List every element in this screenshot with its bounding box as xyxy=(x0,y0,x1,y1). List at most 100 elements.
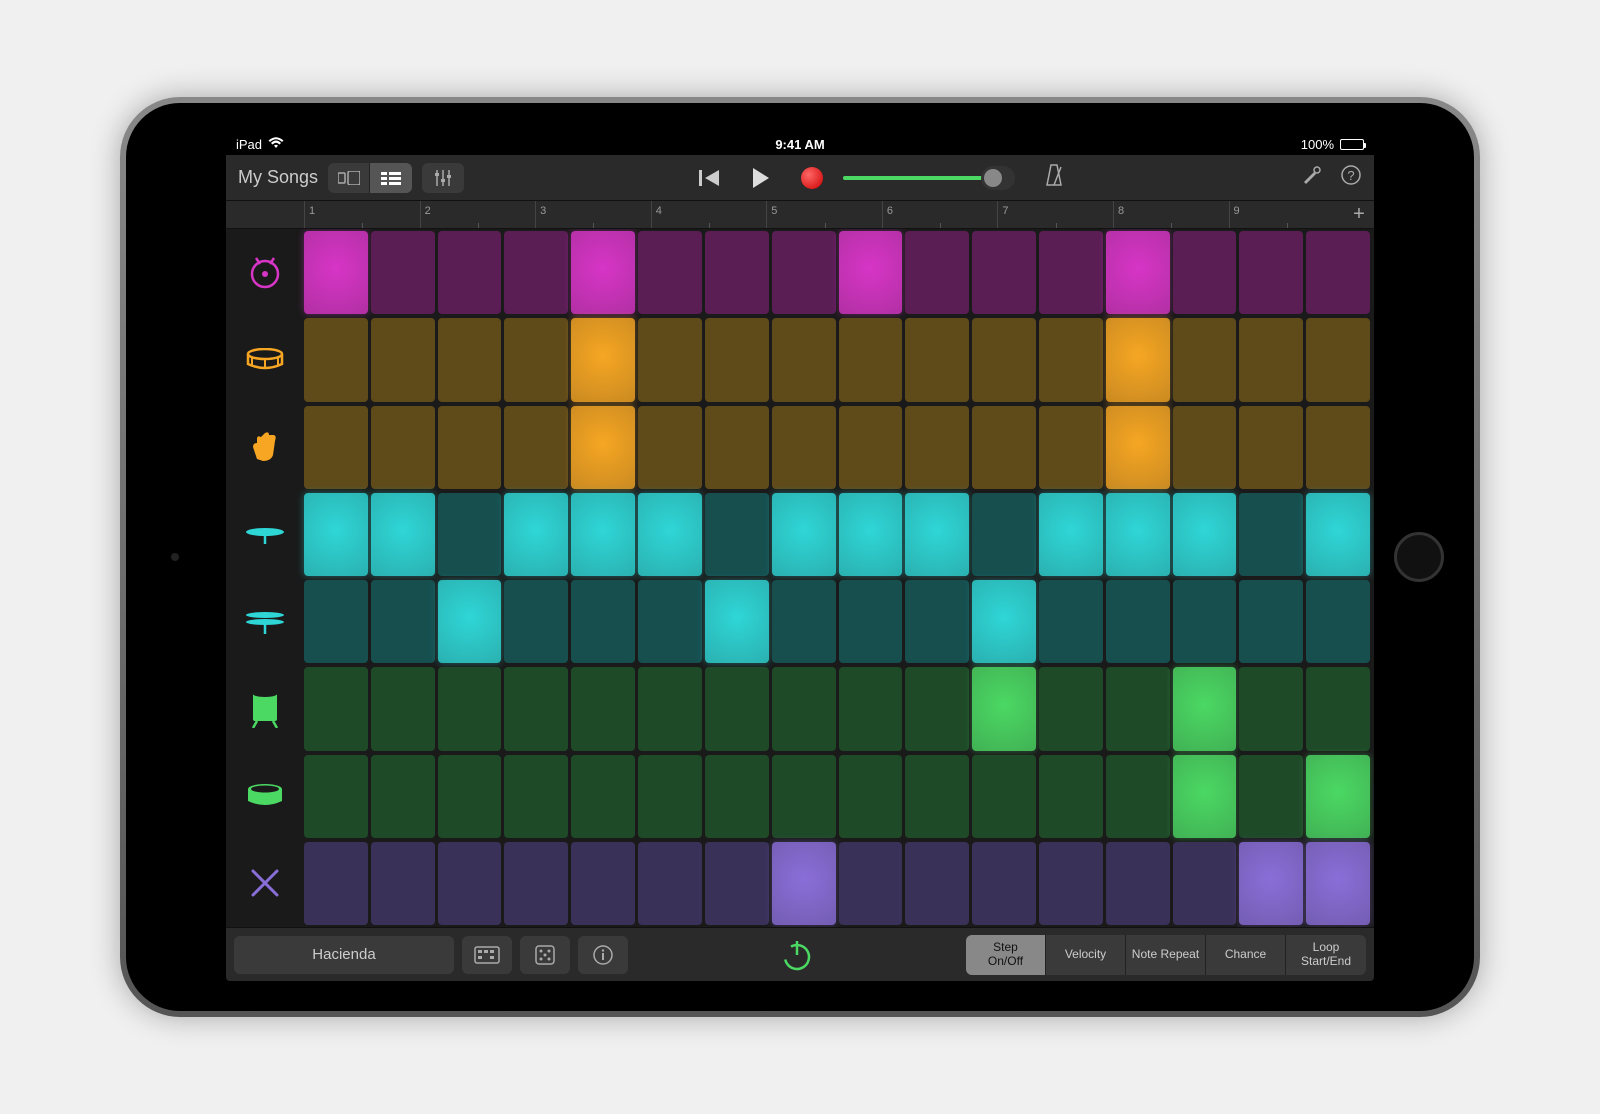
step-cell[interactable] xyxy=(972,755,1036,838)
step-cell[interactable] xyxy=(1173,231,1237,314)
step-cell[interactable] xyxy=(972,667,1036,750)
step-cell[interactable] xyxy=(772,755,836,838)
step-cell[interactable] xyxy=(638,667,702,750)
step-cell[interactable] xyxy=(504,493,568,576)
play-button[interactable] xyxy=(751,167,771,189)
step-cell[interactable] xyxy=(972,842,1036,925)
mode-loop-start-end[interactable]: Loop Start/End xyxy=(1286,935,1366,975)
step-cell[interactable] xyxy=(839,580,903,663)
mode-note-repeat[interactable]: Note Repeat xyxy=(1126,935,1206,975)
step-cell[interactable] xyxy=(839,231,903,314)
step-cell[interactable] xyxy=(1306,318,1370,401)
step-cell[interactable] xyxy=(1306,842,1370,925)
step-cell[interactable] xyxy=(839,755,903,838)
step-cell[interactable] xyxy=(504,580,568,663)
step-cell[interactable] xyxy=(839,406,903,489)
rewind-button[interactable] xyxy=(699,168,721,188)
instrument-snare[interactable] xyxy=(226,316,304,403)
step-cell[interactable] xyxy=(1306,231,1370,314)
step-cell[interactable] xyxy=(371,493,435,576)
step-cell[interactable] xyxy=(1039,842,1103,925)
step-cell[interactable] xyxy=(504,842,568,925)
step-cell[interactable] xyxy=(504,755,568,838)
step-cell[interactable] xyxy=(571,580,635,663)
step-cell[interactable] xyxy=(1173,318,1237,401)
step-cell[interactable] xyxy=(638,842,702,925)
step-cell[interactable] xyxy=(371,231,435,314)
home-button[interactable] xyxy=(1394,532,1444,582)
step-cell[interactable] xyxy=(638,493,702,576)
step-cell[interactable] xyxy=(1173,493,1237,576)
step-cell[interactable] xyxy=(705,493,769,576)
step-cell[interactable] xyxy=(1306,667,1370,750)
step-cell[interactable] xyxy=(1239,406,1303,489)
step-cell[interactable] xyxy=(905,406,969,489)
randomize-button[interactable] xyxy=(520,936,570,974)
step-cell[interactable] xyxy=(905,580,969,663)
step-cell[interactable] xyxy=(1173,406,1237,489)
step-cell[interactable] xyxy=(1306,580,1370,663)
step-cell[interactable] xyxy=(571,318,635,401)
step-cell[interactable] xyxy=(1239,755,1303,838)
step-cell[interactable] xyxy=(1106,842,1170,925)
step-cell[interactable] xyxy=(571,755,635,838)
step-cell[interactable] xyxy=(371,667,435,750)
step-cell[interactable] xyxy=(638,755,702,838)
step-cell[interactable] xyxy=(1239,667,1303,750)
info-button[interactable] xyxy=(578,936,628,974)
mode-velocity[interactable]: Velocity xyxy=(1046,935,1126,975)
step-cell[interactable] xyxy=(705,667,769,750)
step-cell[interactable] xyxy=(772,406,836,489)
step-cell[interactable] xyxy=(504,406,568,489)
step-cell[interactable] xyxy=(905,842,969,925)
record-button[interactable] xyxy=(801,167,823,189)
step-cell[interactable] xyxy=(1173,580,1237,663)
step-cell[interactable] xyxy=(772,318,836,401)
step-cell[interactable] xyxy=(304,231,368,314)
step-cell[interactable] xyxy=(705,755,769,838)
instrument-kick[interactable] xyxy=(226,229,304,316)
step-cell[interactable] xyxy=(438,667,502,750)
step-cell[interactable] xyxy=(1239,842,1303,925)
my-songs-button[interactable]: My Songs xyxy=(238,167,318,188)
step-cell[interactable] xyxy=(1306,493,1370,576)
instrument-clap[interactable] xyxy=(226,404,304,491)
step-cell[interactable] xyxy=(1173,842,1237,925)
step-cell[interactable] xyxy=(504,667,568,750)
browser-view-button[interactable] xyxy=(328,163,370,193)
step-cell[interactable] xyxy=(1106,755,1170,838)
step-cell[interactable] xyxy=(1039,231,1103,314)
step-cell[interactable] xyxy=(772,493,836,576)
step-cell[interactable] xyxy=(304,755,368,838)
step-cell[interactable] xyxy=(1106,493,1170,576)
step-cell[interactable] xyxy=(371,406,435,489)
step-cell[interactable] xyxy=(705,231,769,314)
step-cell[interactable] xyxy=(504,231,568,314)
ruler-bar[interactable]: 3 xyxy=(535,201,651,228)
step-cell[interactable] xyxy=(304,667,368,750)
step-cell[interactable] xyxy=(705,842,769,925)
step-cell[interactable] xyxy=(304,318,368,401)
step-cell[interactable] xyxy=(1039,755,1103,838)
ruler-bar[interactable]: 7 xyxy=(997,201,1113,228)
step-cell[interactable] xyxy=(705,580,769,663)
power-button[interactable] xyxy=(767,930,827,980)
step-cell[interactable] xyxy=(304,842,368,925)
step-cell[interactable] xyxy=(905,318,969,401)
step-cell[interactable] xyxy=(438,842,502,925)
step-cell[interactable] xyxy=(1306,755,1370,838)
ruler-bar[interactable]: 5 xyxy=(766,201,882,228)
step-cell[interactable] xyxy=(438,493,502,576)
instrument-sticks[interactable] xyxy=(226,840,304,927)
step-cell[interactable] xyxy=(772,842,836,925)
step-cell[interactable] xyxy=(1239,580,1303,663)
step-cell[interactable] xyxy=(1239,231,1303,314)
mode-chance[interactable]: Chance xyxy=(1206,935,1286,975)
step-cell[interactable] xyxy=(972,580,1036,663)
step-cell[interactable] xyxy=(1106,231,1170,314)
step-cell[interactable] xyxy=(1173,755,1237,838)
step-cell[interactable] xyxy=(438,318,502,401)
instrument-open-hihat[interactable] xyxy=(226,578,304,665)
step-cell[interactable] xyxy=(571,406,635,489)
step-cell[interactable] xyxy=(772,231,836,314)
